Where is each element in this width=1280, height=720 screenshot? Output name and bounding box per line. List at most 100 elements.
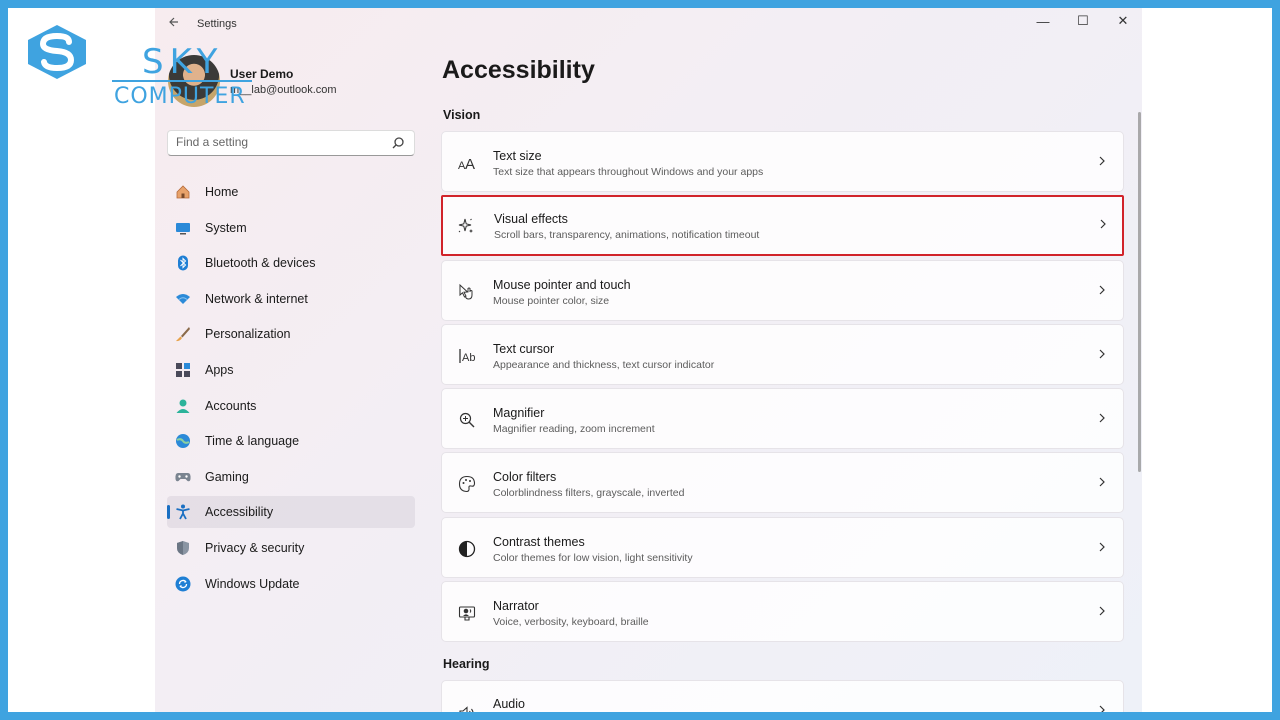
settings-window: Settings — ☐ ✕ User Demo m__lab@outlook.… [155, 8, 1142, 712]
sidebar-item-label: Network & internet [205, 291, 308, 306]
chevron-right-icon [1097, 475, 1107, 489]
speaker-icon [458, 705, 476, 712]
setting-title: Text cursor [493, 341, 555, 356]
scrollbar[interactable] [1138, 112, 1141, 472]
pointer-icon [458, 283, 476, 301]
search-input[interactable] [176, 135, 376, 149]
setting-mouse-pointer[interactable]: Mouse pointer and touch Mouse pointer co… [441, 259, 1124, 321]
search-box[interactable] [167, 130, 415, 156]
sidebar-item-label: Windows Update [205, 576, 300, 591]
globe-clock-icon [175, 433, 191, 449]
chevron-right-icon [1098, 217, 1108, 231]
text-cursor-icon: Ab [458, 347, 476, 365]
accessibility-icon [175, 504, 191, 520]
sidebar-item-privacy[interactable]: Privacy & security [167, 532, 415, 564]
person-icon [175, 398, 191, 414]
maximize-button[interactable]: ☐ [1063, 10, 1103, 32]
minimize-button[interactable]: — [1023, 10, 1063, 32]
setting-title: Text size [493, 149, 542, 163]
setting-magnifier[interactable]: Magnifier Magnifier reading, zoom increm… [441, 388, 1124, 449]
page-title: Accessibility [442, 56, 595, 84]
palette-icon [458, 475, 476, 493]
sidebar-item-system[interactable]: System [167, 212, 415, 244]
magnifier-icon [458, 411, 476, 429]
setting-contrast-themes[interactable]: Contrast themes Color themes for low vis… [441, 516, 1124, 578]
setting-color-filters[interactable]: Color filters Colorblindness filters, gr… [441, 452, 1124, 514]
sidebar-item-accessibility[interactable]: Accessibility [167, 496, 415, 529]
setting-title: Visual effects [494, 212, 568, 227]
sidebar-item-label: Home [205, 185, 239, 199]
section-title-hearing: Hearing [443, 657, 490, 671]
monitor-icon [175, 220, 191, 236]
gamepad-icon [175, 469, 191, 485]
sidebar-item-home[interactable]: Home [167, 176, 415, 208]
sidebar-item-label: Gaming [205, 469, 249, 484]
setting-audio[interactable]: Audio [441, 680, 1124, 712]
logo-text-computer: COMPUTER [114, 84, 246, 109]
sidebar-item-label: Apps [205, 362, 234, 377]
sidebar-item-personalization[interactable]: Personalization [167, 318, 415, 350]
setting-description: Appearance and thickness, text cursor in… [493, 358, 715, 371]
sidebar-item-label: Personalization [205, 327, 291, 342]
sidebar-item-gaming[interactable]: Gaming [167, 461, 415, 493]
sidebar-item-label: Time & language [205, 434, 300, 449]
title-bar: Settings — ☐ ✕ [155, 8, 1142, 40]
wifi-icon [175, 291, 191, 307]
sidebar-item-label: Accessibility [205, 505, 274, 520]
home-icon [175, 184, 191, 200]
chevron-right-icon [1097, 411, 1107, 425]
sidebar-nav: Home System Bluetooth & devices Network … [167, 176, 415, 603]
user-email: m__lab@outlook.com [230, 84, 337, 96]
chevron-right-icon [1097, 154, 1107, 168]
text-size-icon: AA [458, 154, 476, 172]
sidebar-item-apps[interactable]: Apps [167, 354, 415, 386]
sidebar-item-label: Privacy & security [205, 540, 305, 555]
setting-description: Scroll bars, transparency, animations, n… [494, 229, 760, 242]
setting-visual-effects[interactable]: Visual effects Scroll bars, transparency… [441, 195, 1124, 257]
chevron-right-icon [1097, 540, 1107, 554]
active-indicator [167, 505, 170, 520]
setting-description: Mouse pointer color, size [493, 294, 610, 307]
narrator-icon [458, 604, 476, 622]
sidebar-item-bluetooth[interactable]: Bluetooth & devices [167, 247, 415, 279]
sidebar-item-accounts[interactable]: Accounts [167, 390, 415, 422]
setting-title: Narrator [493, 598, 539, 613]
setting-description: Colorblindness filters, grayscale, inver… [493, 487, 685, 500]
vision-settings-list: AA Text size Text size that appears thro… [441, 131, 1124, 645]
setting-title: Mouse pointer and touch [493, 277, 631, 292]
setting-description: Color themes for low vision, light sensi… [493, 551, 693, 564]
svg-text:A: A [465, 156, 475, 172]
sky-computer-logo: SKY COMPUTER [22, 22, 252, 109]
sidebar-item-time-language[interactable]: Time & language [167, 425, 415, 457]
logo-text-sky: SKY [142, 42, 224, 82]
update-icon [175, 576, 191, 592]
setting-title: Contrast themes [493, 534, 585, 549]
sidebar-item-windows-update[interactable]: Windows Update [167, 568, 415, 600]
bluetooth-icon [175, 255, 191, 271]
setting-title: Audio [493, 697, 525, 711]
section-title-vision: Vision [443, 108, 481, 122]
brush-icon [175, 326, 191, 342]
setting-title: Color filters [493, 470, 557, 485]
chevron-right-icon [1097, 604, 1107, 618]
chevron-right-icon [1097, 347, 1107, 361]
sidebar-item-label: Bluetooth & devices [205, 256, 316, 271]
setting-description: Text size that appears throughout Window… [493, 166, 764, 178]
shield-icon [175, 540, 191, 556]
sidebar-item-label: Accounts [205, 398, 257, 413]
search-icon[interactable] [391, 136, 405, 150]
setting-text-cursor[interactable]: Ab Text cursor Appearance and thickness,… [441, 323, 1124, 385]
svg-text:Ab: Ab [462, 352, 475, 364]
close-button[interactable]: ✕ [1103, 10, 1142, 32]
apps-icon [175, 362, 191, 378]
setting-narrator[interactable]: Narrator Voice, verbosity, keyboard, bra… [441, 580, 1124, 642]
logo-mark-icon [28, 25, 86, 79]
logo-underline [112, 80, 252, 82]
sidebar-item-network[interactable]: Network & internet [167, 283, 415, 315]
chevron-right-icon [1097, 283, 1107, 297]
contrast-icon [458, 540, 476, 558]
sparkle-icon [457, 217, 475, 235]
setting-text-size[interactable]: AA Text size Text size that appears thro… [441, 131, 1124, 192]
setting-description: Voice, verbosity, keyboard, braille [493, 615, 649, 628]
chevron-right-icon [1097, 703, 1107, 712]
